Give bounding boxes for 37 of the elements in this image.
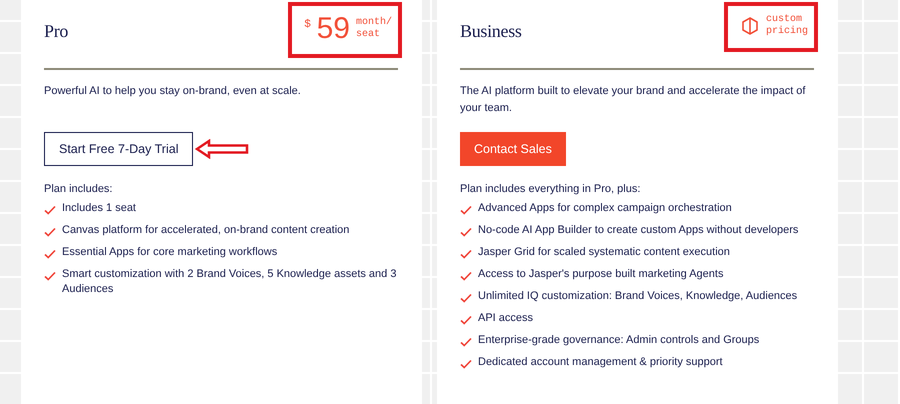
check-icon [460,359,472,369]
feature-text: Essential Apps for core marketing workflows [62,245,278,260]
feature-text: Unlimited IQ customization: Brand Voices, Knowledge, Audiences [478,289,798,304]
check-icon [44,205,56,215]
contact-sales-button[interactable]: Contact Sales [460,132,566,166]
plan-description: The AI platform built to elevate your brand and accelerate the impact of your team. [460,84,806,116]
check-icon [460,337,472,347]
feature-text: Access to Jasper's purpose built marketing Agents [478,267,724,282]
check-icon [460,271,472,281]
currency-symbol: $ [304,18,311,30]
feature-text: Jasper Grid for scaled systematic content execution [478,245,730,260]
feature-text: Includes 1 seat [62,201,136,216]
price-unit: month/ seat [356,17,392,41]
feature-text: No-code AI App Builder to create custom Apps without developers [478,223,798,238]
check-icon [44,227,56,237]
feature-text: Canvas platform for accelerated, on-brand content creation [62,223,350,238]
cube-icon [740,16,760,36]
includes-heading: Plan includes: [44,183,114,195]
check-icon [44,249,56,259]
feature-text: API access [478,311,534,326]
check-icon [460,315,472,325]
check-icon [44,271,56,281]
check-icon [460,293,472,303]
includes-heading: Plan includes everything in Pro, plus: [460,183,642,195]
check-icon [460,249,472,259]
trial-button[interactable]: Start Free 7-Day Trial [44,132,194,166]
plan-title: Business [460,21,522,42]
plan-description: Powerful AI to help you stay on-brand, even at scale. [44,84,302,99]
feature-text: Smart customization with 2 Brand Voices, 5 Knowledge assets and 3 Audiences [62,267,398,297]
check-icon [460,227,472,237]
check-icon [460,205,472,215]
feature-text: Dedicated account management & priority support [478,355,723,370]
plan-title: Pro [44,21,68,42]
feature-text: Enterprise-grade governance: Admin controls and Groups [478,333,760,348]
price-unit: custom pricing [766,14,808,38]
feature-text: Advanced Apps for complex campaign orchestration [478,201,732,216]
price-amount: 59 [316,14,350,44]
